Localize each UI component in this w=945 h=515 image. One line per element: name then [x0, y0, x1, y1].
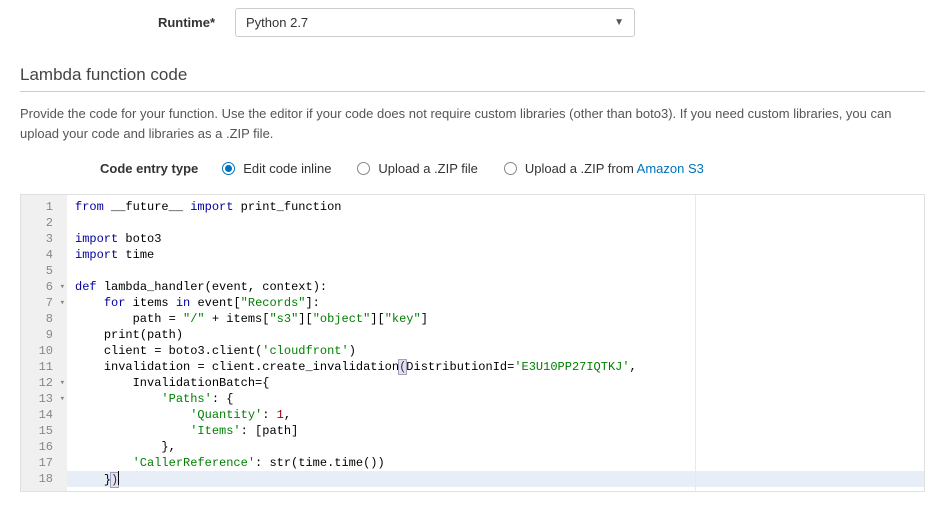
radio-upload-zip[interactable]: Upload a .ZIP file: [357, 161, 477, 176]
radio-upload-s3[interactable]: Upload a .ZIP from Amazon S3: [504, 161, 704, 176]
gutter-line: 13▾: [21, 391, 67, 407]
section-description: Provide the code for your function. Use …: [20, 104, 925, 143]
gutter-line: 9: [21, 327, 67, 343]
chevron-down-icon: ▼: [614, 17, 624, 28]
fold-marker-icon[interactable]: ▾: [60, 375, 65, 391]
gutter-line: 6▾: [21, 279, 67, 295]
code-line[interactable]: [75, 263, 924, 279]
section-divider: [20, 91, 925, 92]
code-line[interactable]: [75, 215, 924, 231]
runtime-label: Runtime*: [135, 15, 215, 30]
gutter-line: 12▾: [21, 375, 67, 391]
radio-icon: [357, 162, 370, 175]
radio-label: Edit code inline: [243, 161, 331, 176]
gutter-line: 15: [21, 423, 67, 439]
runtime-select[interactable]: Python 2.7 ▼: [235, 8, 635, 37]
code-line[interactable]: from __future__ import print_function: [75, 199, 924, 215]
code-entry-type-label: Code entry type: [100, 161, 198, 176]
runtime-selected-value: Python 2.7: [246, 15, 308, 30]
section-header: Lambda function code: [20, 65, 925, 85]
radio-icon: [222, 162, 235, 175]
editor-code-area[interactable]: from __future__ import print_functionimp…: [67, 195, 924, 491]
code-line[interactable]: 'CallerReference': str(time.time()): [75, 455, 924, 471]
code-editor[interactable]: 123456▾7▾89101112▾13▾1415161718 from __f…: [20, 194, 925, 492]
gutter-line: 4: [21, 247, 67, 263]
gutter-line: 18: [21, 471, 67, 487]
gutter-line: 8: [21, 311, 67, 327]
radio-edit-code-inline[interactable]: Edit code inline: [222, 161, 331, 176]
gutter-line: 3: [21, 231, 67, 247]
gutter-line: 1: [21, 199, 67, 215]
code-line[interactable]: 'Paths': {: [75, 391, 924, 407]
gutter-line: 11: [21, 359, 67, 375]
editor-print-margin: [695, 195, 696, 491]
radio-label: Upload a .ZIP file: [378, 161, 477, 176]
gutter-line: 16: [21, 439, 67, 455]
code-line[interactable]: print(path): [75, 327, 924, 343]
code-entry-type-row: Code entry type Edit code inline Upload …: [100, 161, 925, 176]
gutter-line: 2: [21, 215, 67, 231]
code-line[interactable]: 'Quantity': 1,: [75, 407, 924, 423]
runtime-field: Runtime* Python 2.7 ▼: [135, 8, 925, 37]
text-cursor: [118, 471, 119, 485]
gutter-line: 7▾: [21, 295, 67, 311]
editor-gutter: 123456▾7▾89101112▾13▾1415161718: [21, 195, 67, 491]
gutter-line: 17: [21, 455, 67, 471]
code-line[interactable]: import time: [75, 247, 924, 263]
radio-label: Upload a .ZIP from Amazon S3: [525, 161, 704, 176]
code-line[interactable]: for items in event["Records"]:: [75, 295, 924, 311]
code-line[interactable]: }): [67, 471, 924, 487]
code-line[interactable]: path = "/" + items["s3"]["object"]["key"…: [75, 311, 924, 327]
fold-marker-icon[interactable]: ▾: [60, 279, 65, 295]
fold-marker-icon[interactable]: ▾: [60, 295, 65, 311]
gutter-line: 10: [21, 343, 67, 359]
fold-marker-icon[interactable]: ▾: [60, 391, 65, 407]
radio-label-prefix: Upload a .ZIP from: [525, 161, 637, 176]
code-line[interactable]: client = boto3.client('cloudfront'): [75, 343, 924, 359]
amazon-s3-link[interactable]: Amazon S3: [637, 161, 704, 176]
code-line[interactable]: InvalidationBatch={: [75, 375, 924, 391]
code-line[interactable]: import boto3: [75, 231, 924, 247]
gutter-line: 5: [21, 263, 67, 279]
radio-icon: [504, 162, 517, 175]
code-line[interactable]: def lambda_handler(event, context):: [75, 279, 924, 295]
code-line[interactable]: 'Items': [path]: [75, 423, 924, 439]
gutter-line: 14: [21, 407, 67, 423]
code-line[interactable]: },: [75, 439, 924, 455]
code-line[interactable]: invalidation = client.create_invalidatio…: [75, 359, 924, 375]
